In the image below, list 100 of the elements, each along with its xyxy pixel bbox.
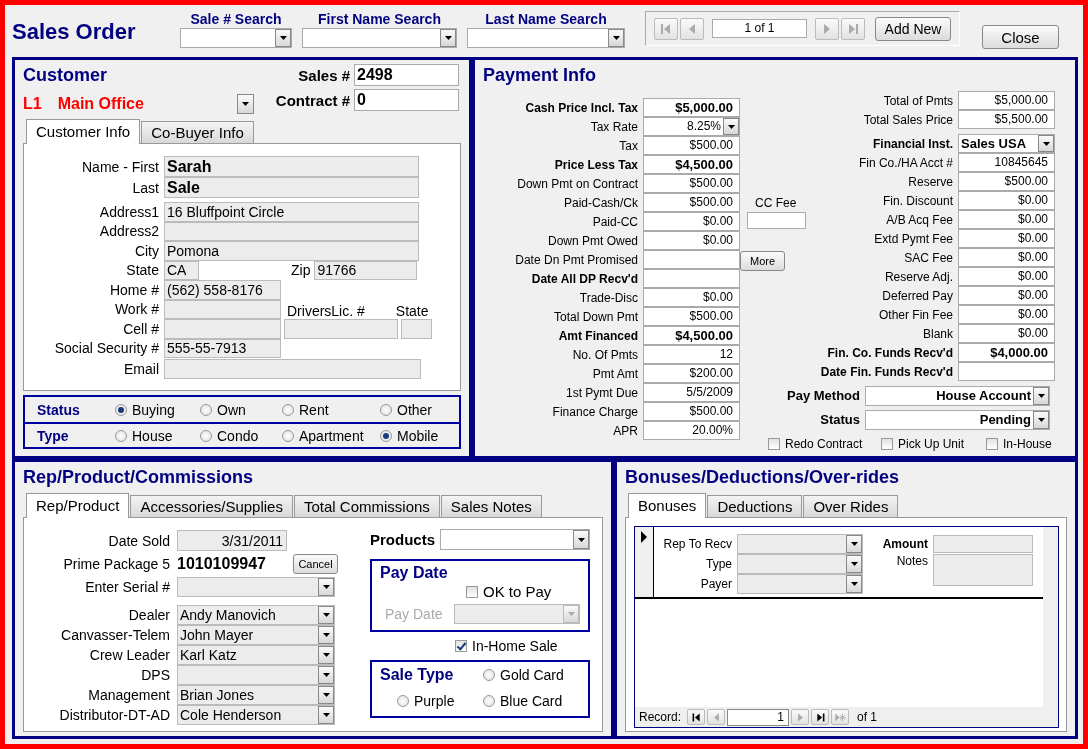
dropdown-field[interactable]: 8.25%: [643, 117, 740, 136]
input-field[interactable]: 12: [643, 345, 740, 364]
dropdown-field[interactable]: Brian Jones: [177, 685, 335, 705]
radio-button[interactable]: [200, 403, 212, 416]
radio-button[interactable]: [483, 669, 495, 681]
dropdown-button[interactable]: [318, 626, 334, 644]
radio-label[interactable]: Purple: [414, 693, 455, 709]
radio-button[interactable]: [115, 403, 127, 416]
dropdown-field[interactable]: Pending: [865, 409, 1050, 430]
input-field[interactable]: $0.00: [643, 231, 740, 250]
dropdown-field[interactable]: Cole Henderson: [177, 705, 335, 725]
input-field[interactable]: 3/31/2011: [177, 530, 287, 551]
tab[interactable]: Over Rides: [803, 495, 899, 517]
input-field[interactable]: [643, 250, 740, 269]
dropdown-field[interactable]: Andy Manovich: [177, 605, 335, 625]
dropdown-button[interactable]: [723, 118, 739, 135]
input-field[interactable]: 5/5/2009: [643, 383, 740, 402]
checkbox[interactable]: [881, 438, 893, 450]
dropdown-field[interactable]: [177, 576, 335, 597]
checkbox-label[interactable]: OK to Pay: [483, 583, 552, 600]
dropdown-button[interactable]: [846, 535, 862, 553]
input-field[interactable]: 20.00%: [643, 421, 740, 440]
dropdown-button[interactable]: [318, 646, 334, 664]
input-field[interactable]: $0.00: [958, 324, 1055, 343]
tab[interactable]: Customer Info: [26, 119, 141, 144]
checkbox[interactable]: [466, 585, 478, 598]
input-field[interactable]: $200.00: [643, 364, 740, 383]
input-field[interactable]: [933, 535, 1033, 553]
dropdown-button[interactable]: [1033, 386, 1049, 405]
input-field[interactable]: [958, 362, 1055, 381]
dropdown-field[interactable]: [467, 28, 625, 48]
input-field[interactable]: $500.00: [643, 193, 740, 212]
more-button[interactable]: More: [740, 251, 785, 271]
input-field[interactable]: Pomona: [164, 241, 419, 261]
input-field[interactable]: $5,000.00: [643, 98, 740, 117]
tab[interactable]: Deductions: [707, 495, 803, 517]
last-button[interactable]: [811, 709, 830, 725]
radio-label[interactable]: Mobile: [397, 427, 439, 444]
input-field[interactable]: 2498: [354, 64, 459, 86]
dropdown-field[interactable]: [440, 529, 590, 550]
input-field[interactable]: $500.00: [643, 402, 740, 421]
dropdown-button[interactable]: [237, 94, 254, 114]
radio-label[interactable]: Gold Card: [500, 667, 564, 683]
record-number-field[interactable]: 1: [727, 708, 790, 726]
tab[interactable]: Total Commissions: [293, 495, 440, 517]
close-button[interactable]: Close: [982, 25, 1059, 49]
dropdown-button[interactable]: [318, 577, 334, 596]
input-field[interactable]: [401, 319, 432, 339]
radio-button[interactable]: [397, 695, 409, 707]
record-position-field[interactable]: 1 of 1: [712, 19, 807, 38]
dropdown-field[interactable]: [177, 665, 335, 685]
dropdown-field[interactable]: [302, 28, 457, 48]
input-field[interactable]: $0.00: [958, 286, 1055, 305]
input-field[interactable]: $4,000.00: [958, 343, 1055, 362]
input-field[interactable]: [164, 221, 419, 241]
tab[interactable]: Sales Notes: [440, 495, 542, 517]
dropdown-field[interactable]: [737, 534, 863, 554]
record-selector[interactable]: [635, 527, 654, 597]
input-field[interactable]: $4,500.00: [643, 326, 740, 345]
dropdown-button[interactable]: [846, 575, 862, 593]
radio-button[interactable]: [483, 695, 495, 707]
input-field[interactable]: [164, 299, 281, 319]
input-field[interactable]: $0.00: [958, 210, 1055, 229]
input-field[interactable]: $5,000.00: [958, 91, 1055, 110]
input-field[interactable]: [284, 319, 398, 339]
input-field[interactable]: [164, 359, 421, 379]
input-field[interactable]: 16 Bluffpoint Circle: [164, 202, 419, 222]
radio-button[interactable]: [115, 429, 127, 442]
input-field[interactable]: $4,500.00: [643, 155, 740, 174]
input-field[interactable]: [747, 212, 806, 229]
checkbox[interactable]: [986, 438, 998, 450]
dropdown-field[interactable]: [737, 554, 863, 574]
add-new-button[interactable]: Add New: [875, 16, 951, 41]
radio-label[interactable]: Other: [397, 401, 432, 418]
input-field[interactable]: Sale: [164, 177, 419, 198]
tab[interactable]: Co-Buyer Info: [141, 121, 254, 143]
radio-button[interactable]: [380, 403, 392, 416]
radio-button[interactable]: [282, 429, 294, 442]
input-field[interactable]: $0.00: [958, 305, 1055, 324]
dropdown-button[interactable]: [275, 29, 291, 47]
input-field[interactable]: 555-55-7913: [164, 338, 281, 358]
input-field[interactable]: Sarah: [164, 156, 419, 177]
dropdown-button[interactable]: [1033, 410, 1049, 429]
checkbox[interactable]: [768, 438, 780, 450]
radio-label[interactable]: House: [132, 427, 173, 444]
tab[interactable]: Accessories/Supplies: [130, 495, 293, 517]
dropdown-field[interactable]: Karl Katz: [177, 645, 335, 665]
checkbox-label[interactable]: In-House: [1003, 437, 1052, 451]
radio-label[interactable]: Buying: [132, 401, 175, 418]
notes-field[interactable]: [933, 554, 1033, 586]
checkbox-label[interactable]: Pick Up Unit: [898, 437, 965, 451]
dropdown-button[interactable]: [318, 606, 334, 624]
dropdown-button[interactable]: [573, 530, 589, 549]
dropdown-field[interactable]: John Mayer: [177, 625, 335, 645]
dropdown-button[interactable]: [608, 29, 624, 47]
input-field[interactable]: $0.00: [958, 267, 1055, 286]
input-field[interactable]: $0.00: [958, 248, 1055, 267]
radio-label[interactable]: Condo: [217, 427, 259, 444]
radio-button[interactable]: [200, 429, 212, 442]
input-field[interactable]: $500.00: [643, 136, 740, 155]
